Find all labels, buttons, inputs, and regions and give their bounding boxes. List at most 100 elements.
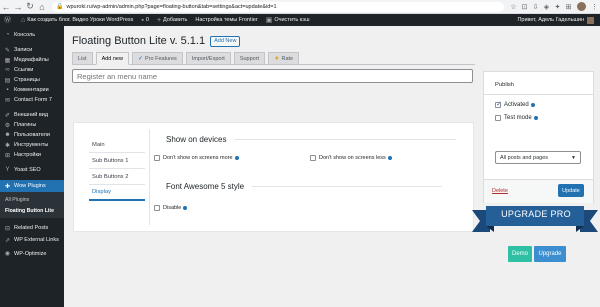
tab-rate[interactable]: ★ Rate bbox=[268, 52, 300, 64]
dont-show-less-checkbox[interactable] bbox=[310, 155, 316, 161]
help-icon[interactable] bbox=[183, 206, 188, 210]
demo-button[interactable]: Demo bbox=[508, 246, 532, 262]
sidebar-item-yoast[interactable]: Y Yoast SEO bbox=[0, 165, 64, 175]
browser-profile-avatar[interactable] bbox=[577, 2, 586, 11]
tab-label: Import/Export bbox=[191, 55, 225, 62]
sidebar-item-dashboard[interactable]: ◔ Консоль bbox=[0, 30, 64, 40]
display-scope-select[interactable]: All posts and pages ▼ bbox=[495, 151, 581, 164]
publish-footer: Delete Update bbox=[484, 179, 593, 203]
shield-icon[interactable]: ◈ bbox=[541, 1, 552, 12]
sidebar-item-settings[interactable]: ⊞ Настройки bbox=[0, 150, 64, 160]
tab-add-new[interactable]: Add new bbox=[95, 52, 129, 65]
heading-rule bbox=[252, 186, 443, 187]
sidebar-item-label: Пользователи bbox=[14, 132, 50, 138]
sidebar-item-users[interactable]: ☻ Пользователи bbox=[0, 130, 64, 140]
sidebar-item-posts[interactable]: ✎ Записи bbox=[0, 45, 64, 55]
clear-cache-link[interactable]: ▣ Очистить кэш bbox=[262, 16, 314, 24]
help-icon[interactable] bbox=[530, 103, 535, 107]
add-new-link[interactable]: + Добавить bbox=[153, 17, 191, 24]
wordpress-icon: Ⓦ bbox=[4, 17, 11, 24]
test-mode-option[interactable]: Test mode bbox=[495, 115, 538, 121]
activated-option[interactable]: Activated bbox=[495, 100, 535, 108]
back-icon[interactable]: ← bbox=[0, 1, 12, 13]
sidebar-item-tools[interactable]: ✱ Инструменты bbox=[0, 140, 64, 150]
tab-import-export[interactable]: Import/Export bbox=[185, 52, 231, 64]
tab-list[interactable]: List bbox=[72, 52, 93, 64]
link-icon: ∞ bbox=[5, 67, 10, 73]
home-icon[interactable]: ⌂ bbox=[36, 1, 48, 13]
help-icon[interactable] bbox=[387, 156, 392, 160]
menu-icon[interactable]: ⋮ bbox=[589, 1, 600, 12]
wp-logo[interactable]: Ⓦ bbox=[0, 15, 17, 25]
star-icon[interactable]: ☆ bbox=[508, 1, 519, 12]
sidebar-item-label: Yoast SEO bbox=[14, 167, 41, 173]
user-icon: ☻ bbox=[4, 132, 11, 138]
disable-option[interactable]: Disable bbox=[154, 205, 188, 211]
sidebar-item-appearance[interactable]: ✐ Внешний вид bbox=[0, 110, 64, 120]
settings-nav-sub-buttons-1[interactable]: Sub Buttons 1 bbox=[89, 153, 145, 169]
tab-pro-features[interactable]: ✓ Pro Features bbox=[131, 52, 183, 64]
url-text: wpuroki.ru/wp-admin/admin.php?page=float… bbox=[66, 3, 277, 10]
pin-icon: ✎ bbox=[4, 47, 11, 54]
yoast-icon: Y bbox=[5, 167, 10, 173]
sidebar-item-wow-plugins[interactable]: ✚ Wow Plugins bbox=[0, 180, 64, 192]
sidebar-item-related-posts[interactable]: ⊟ Related Posts bbox=[0, 223, 64, 233]
sidebar-item-label: WP-Optimize bbox=[14, 250, 47, 257]
star-icon: ★ bbox=[274, 56, 280, 62]
translate-icon[interactable]: ⊡ bbox=[519, 1, 530, 12]
dont-show-less-option[interactable]: Don't show on screens less bbox=[310, 155, 392, 161]
account-menu[interactable]: Привет, Адель Гадельшин bbox=[517, 16, 600, 24]
sidebar-item-media[interactable]: ▦ Медиафайлы bbox=[0, 55, 64, 65]
settings-nav-display[interactable]: Display bbox=[89, 185, 145, 201]
upgrade-pro-banner[interactable]: UPGRADE PRO bbox=[472, 204, 598, 242]
settings-nav-sub-buttons-2[interactable]: Sub Buttons 2 bbox=[89, 169, 145, 185]
menu-name-input[interactable] bbox=[72, 69, 473, 83]
reload-icon[interactable]: ↻ bbox=[24, 1, 36, 13]
test-mode-checkbox[interactable] bbox=[495, 115, 501, 121]
help-icon[interactable] bbox=[234, 156, 239, 160]
lock-icon: 🔒 bbox=[56, 4, 64, 10]
sidebar-item-label: Настройки bbox=[14, 152, 41, 158]
theme-settings-link[interactable]: Настройка темы Frontier bbox=[191, 17, 261, 23]
sidebar-item-label: Комментарии bbox=[14, 87, 49, 93]
site-name-link[interactable]: ⌂ Как создать блог. Видео Уроки WordPress bbox=[17, 17, 137, 24]
activated-checkbox[interactable] bbox=[495, 100, 502, 108]
download-icon[interactable]: ⇩ bbox=[530, 1, 541, 12]
sidebar-item-label: Записи bbox=[14, 47, 33, 53]
settings-nav-main[interactable]: Main bbox=[89, 137, 145, 153]
sidebar-item-label: Wow Plugins bbox=[14, 183, 46, 189]
sidebar-item-links[interactable]: ∞ Ссылки bbox=[0, 65, 64, 75]
sidebar-item-plugins[interactable]: ⚙ Плагины bbox=[0, 120, 64, 130]
tab-support[interactable]: Support bbox=[233, 52, 266, 64]
dont-show-more-checkbox[interactable] bbox=[154, 155, 160, 161]
disable-checkbox[interactable] bbox=[154, 205, 160, 211]
tab-label: Support bbox=[239, 55, 260, 62]
media-icon: ▦ bbox=[4, 57, 11, 64]
sidebar-item-external-links[interactable]: ⇗ WP External Links bbox=[0, 233, 64, 247]
dont-show-more-option[interactable]: Don't show on screens more bbox=[154, 155, 239, 161]
cache-icon: ▣ bbox=[265, 17, 273, 24]
sidebar-item-contact-form[interactable]: ✉ Contact Form 7 bbox=[0, 95, 64, 105]
sidebar-item-comments[interactable]: ▪ Комментарии bbox=[0, 85, 64, 95]
dont-show-less-label: Don't show on screens less bbox=[319, 155, 386, 161]
bookmark-icon[interactable]: ⊞ bbox=[563, 1, 574, 12]
font-awesome-heading: Font Awesome 5 style bbox=[166, 182, 443, 191]
comments-link[interactable]: ▪ 0 bbox=[137, 17, 153, 24]
sidebar-item-label: Ссылки bbox=[14, 67, 34, 73]
delete-link[interactable]: Delete bbox=[492, 188, 508, 194]
address-bar[interactable]: 🔒 wpuroki.ru/wp-admin/admin.php?page=flo… bbox=[52, 1, 504, 12]
sidebar-item-pages[interactable]: ▤ Страницы bbox=[0, 75, 64, 85]
main-content: Floating Button Lite v. 5.1.1 Add New Li… bbox=[64, 26, 600, 307]
help-icon[interactable] bbox=[533, 116, 538, 120]
submenu-all-plugins[interactable]: All Plugins bbox=[0, 194, 64, 205]
sidebar-item-wp-optimize[interactable]: ◉ WP-Optimize bbox=[0, 247, 64, 260]
sidebar-item-label: Внешний вид bbox=[14, 112, 49, 118]
checkmark-icon: ✓ bbox=[137, 56, 143, 62]
update-button[interactable]: Update bbox=[558, 184, 584, 197]
add-new-button[interactable]: Add New bbox=[210, 35, 241, 47]
forward-icon[interactable]: → bbox=[12, 1, 24, 13]
upgrade-button[interactable]: Upgrade bbox=[534, 246, 566, 262]
wrench-icon: ✱ bbox=[4, 142, 11, 149]
submenu-floating-button[interactable]: Floating Button Lite bbox=[0, 205, 64, 216]
extension-icon[interactable]: ✦ bbox=[552, 1, 563, 12]
